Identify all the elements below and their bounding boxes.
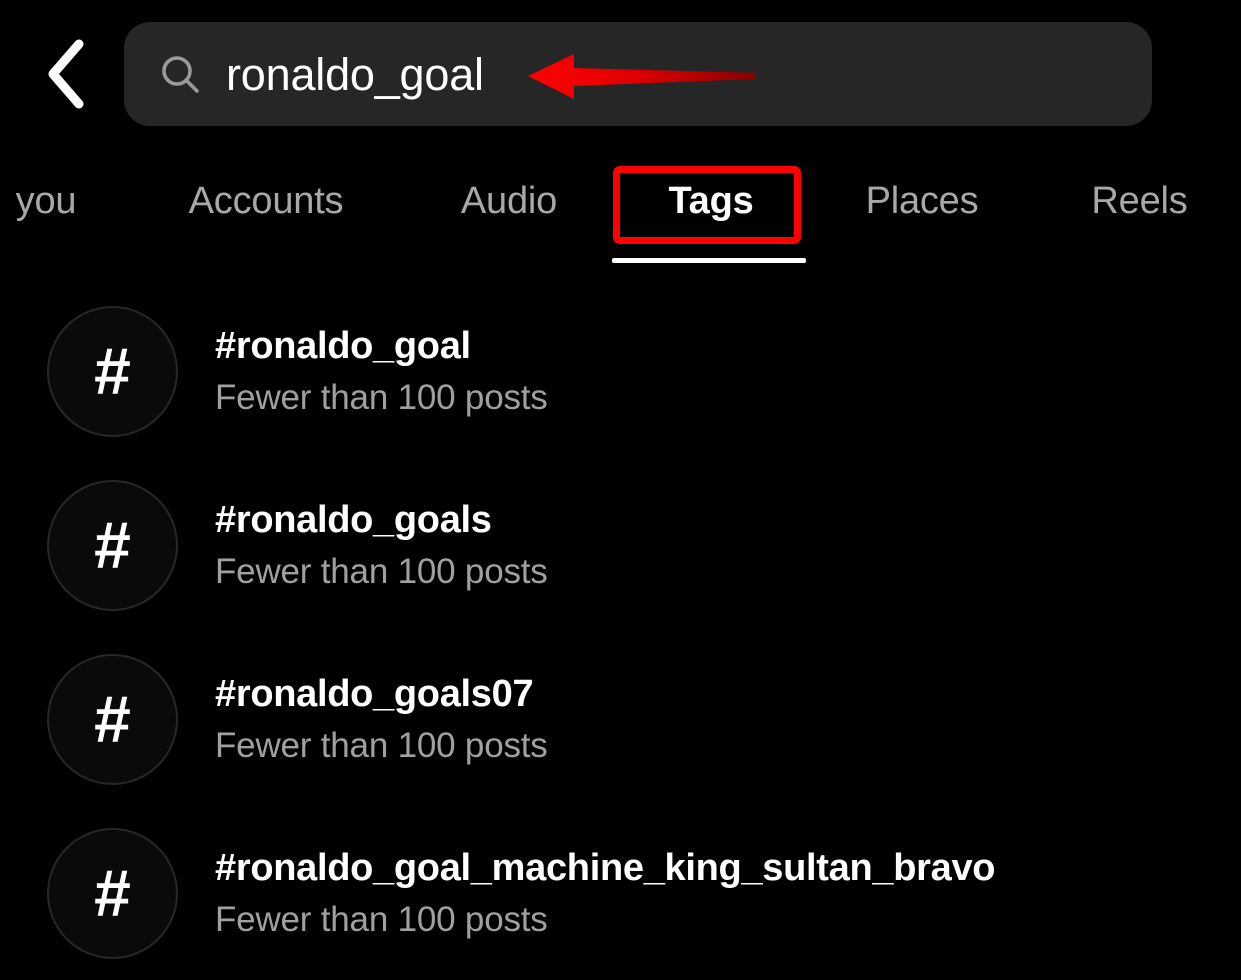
list-item[interactable]: # #ronaldo_goal_machine_king_sultan_brav… bbox=[0, 806, 1241, 980]
hashtag-post-count: Fewer than 100 posts bbox=[215, 551, 548, 591]
hashtag-icon: # bbox=[47, 653, 178, 785]
tab-label: Tags bbox=[668, 179, 754, 222]
hashtag-glyph: # bbox=[94, 508, 131, 582]
active-tab-underline bbox=[612, 258, 806, 263]
search-results-screen: ronaldo_goal you Accounts Audio Tags Pla… bbox=[0, 0, 1241, 959]
search-input[interactable]: ronaldo_goal bbox=[124, 22, 1152, 126]
hashtag-post-count: Fewer than 100 posts bbox=[215, 899, 548, 939]
hashtag-name: #ronaldo_goals bbox=[215, 498, 492, 541]
hashtag-name: #ronaldo_goals07 bbox=[215, 672, 534, 715]
chevron-left-icon bbox=[48, 39, 84, 109]
tab-reels[interactable]: Reels bbox=[1081, 162, 1198, 240]
list-item-text: #ronaldo_goal Fewer than 100 posts bbox=[215, 324, 548, 418]
tab-places[interactable]: Places bbox=[854, 162, 990, 240]
hashtag-glyph: # bbox=[94, 856, 131, 930]
search-category-tabs: you Accounts Audio Tags Places Reels bbox=[0, 162, 1241, 266]
list-item[interactable]: # #ronaldo_goal Fewer than 100 posts bbox=[0, 284, 1241, 458]
hashtag-name: #ronaldo_goal_machine_king_sultan_bravo bbox=[215, 846, 996, 889]
tab-label: you bbox=[15, 179, 77, 222]
hashtag-glyph: # bbox=[94, 682, 131, 756]
list-item[interactable]: # #ronaldo_goals07 Fewer than 100 posts bbox=[0, 632, 1241, 806]
hashtag-results-list: # #ronaldo_goal Fewer than 100 posts # #… bbox=[0, 284, 1241, 980]
tab-label: Reels bbox=[1091, 179, 1188, 222]
hashtag-icon: # bbox=[47, 827, 178, 959]
list-item-text: #ronaldo_goals Fewer than 100 posts bbox=[215, 498, 548, 592]
tab-tags[interactable]: Tags bbox=[659, 162, 763, 240]
search-input-value: ronaldo_goal bbox=[226, 48, 484, 100]
back-button[interactable] bbox=[28, 36, 104, 112]
hashtag-icon: # bbox=[47, 305, 178, 437]
hashtag-name: #ronaldo_goal bbox=[215, 324, 471, 367]
hashtag-post-count: Fewer than 100 posts bbox=[215, 377, 548, 417]
search-icon bbox=[162, 56, 199, 93]
tab-for-you[interactable]: you bbox=[8, 162, 84, 240]
list-item[interactable]: # #ronaldo_goals Fewer than 100 posts bbox=[0, 458, 1241, 632]
tab-label: Accounts bbox=[188, 179, 344, 222]
tab-label: Places bbox=[865, 179, 979, 222]
tab-audio[interactable]: Audio bbox=[451, 162, 567, 240]
list-item-text: #ronaldo_goals07 Fewer than 100 posts bbox=[215, 672, 548, 766]
list-item-text: #ronaldo_goal_machine_king_sultan_bravo … bbox=[215, 846, 996, 940]
tab-label: Audio bbox=[460, 179, 558, 222]
tab-accounts[interactable]: Accounts bbox=[171, 162, 361, 240]
hashtag-icon: # bbox=[47, 479, 178, 611]
hashtag-post-count: Fewer than 100 posts bbox=[215, 725, 548, 765]
hashtag-glyph: # bbox=[94, 334, 131, 408]
top-search-bar: ronaldo_goal bbox=[0, 0, 1241, 148]
